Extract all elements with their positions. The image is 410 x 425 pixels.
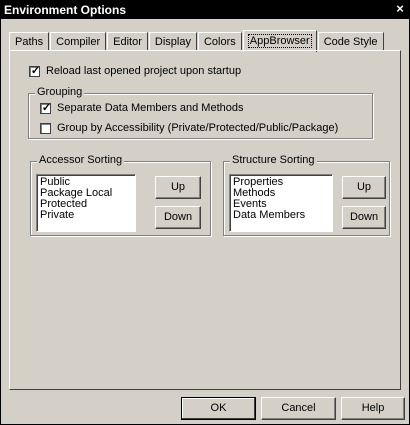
accessor-sorting-list[interactable]: Public Package Local Protected Private <box>36 174 136 232</box>
title-bar: Environment Options × <box>1 1 409 19</box>
grouping-group: Grouping ✓ Separate Data Members and Met… <box>28 86 373 139</box>
structure-sorting-group: Structure Sorting Properties Methods Eve… <box>223 154 390 236</box>
help-button[interactable]: Help <box>341 397 405 420</box>
tab-appbrowser[interactable]: AppBrowser <box>242 30 317 52</box>
list-item[interactable]: Data Members <box>233 210 329 221</box>
separate-members-option[interactable]: ✓ Separate Data Members and Methods <box>40 102 244 114</box>
tab-label: AppBrowser <box>247 34 312 48</box>
tab-paths[interactable]: Paths <box>9 32 50 51</box>
appbrowser-panel: ✓ Reload last opened project upon startu… <box>9 50 401 390</box>
cancel-button[interactable]: Cancel <box>261 397 336 420</box>
tab-compiler[interactable]: Compiler <box>50 32 107 51</box>
checkmark-icon: ✓ <box>30 64 41 77</box>
ok-button[interactable]: OK <box>181 397 256 420</box>
tab-label: Paths <box>15 36 44 48</box>
separate-members-label: Separate Data Members and Methods <box>57 102 244 114</box>
tab-label: Compiler <box>56 36 101 48</box>
reload-project-checkbox[interactable]: ✓ <box>29 64 41 77</box>
window-title: Environment Options <box>4 3 127 17</box>
structure-sorting-list[interactable]: Properties Methods Events Data Members <box>229 174 333 232</box>
tab-label: Display <box>154 36 191 48</box>
group-by-access-checkbox[interactable] <box>40 122 51 134</box>
reload-project-label: Reload last opened project upon startup <box>46 65 242 77</box>
reload-project-option[interactable]: ✓ Reload last opened project upon startu… <box>29 65 241 77</box>
accessor-up-button[interactable]: Up <box>155 176 201 199</box>
tab-strip: Paths Compiler Editor Display Colors App… <box>9 29 385 52</box>
accessor-down-button[interactable]: Down <box>155 206 201 229</box>
close-icon[interactable]: × <box>393 2 407 17</box>
group-by-access-option[interactable]: Group by Accessibility (Private/Protecte… <box>40 122 338 134</box>
grouping-title: Grouping <box>35 86 85 98</box>
accessor-sorting-group: Accessor Sorting Public Package Local Pr… <box>30 154 211 236</box>
environment-options-dialog: Environment Options × Paths Compiler Edi… <box>0 0 410 425</box>
separate-members-checkbox[interactable]: ✓ <box>40 101 52 114</box>
checkmark-icon: ✓ <box>41 101 52 114</box>
tab-label: Editor <box>113 36 142 48</box>
tab-label: Code Style <box>323 36 378 48</box>
tab-editor[interactable]: Editor <box>107 32 148 51</box>
structure-down-button[interactable]: Down <box>342 206 386 229</box>
tab-colors[interactable]: Colors <box>197 32 242 51</box>
structure-sorting-title: Structure Sorting <box>230 154 317 166</box>
tab-label: Colors <box>203 36 236 48</box>
group-by-access-label: Group by Accessibility (Private/Protecte… <box>57 122 339 134</box>
list-item[interactable]: Private <box>40 210 132 221</box>
structure-up-button[interactable]: Up <box>342 176 386 199</box>
tab-code-style[interactable]: Code Style <box>317 32 384 51</box>
accessor-sorting-title: Accessor Sorting <box>37 154 125 166</box>
tab-display[interactable]: Display <box>148 32 197 51</box>
